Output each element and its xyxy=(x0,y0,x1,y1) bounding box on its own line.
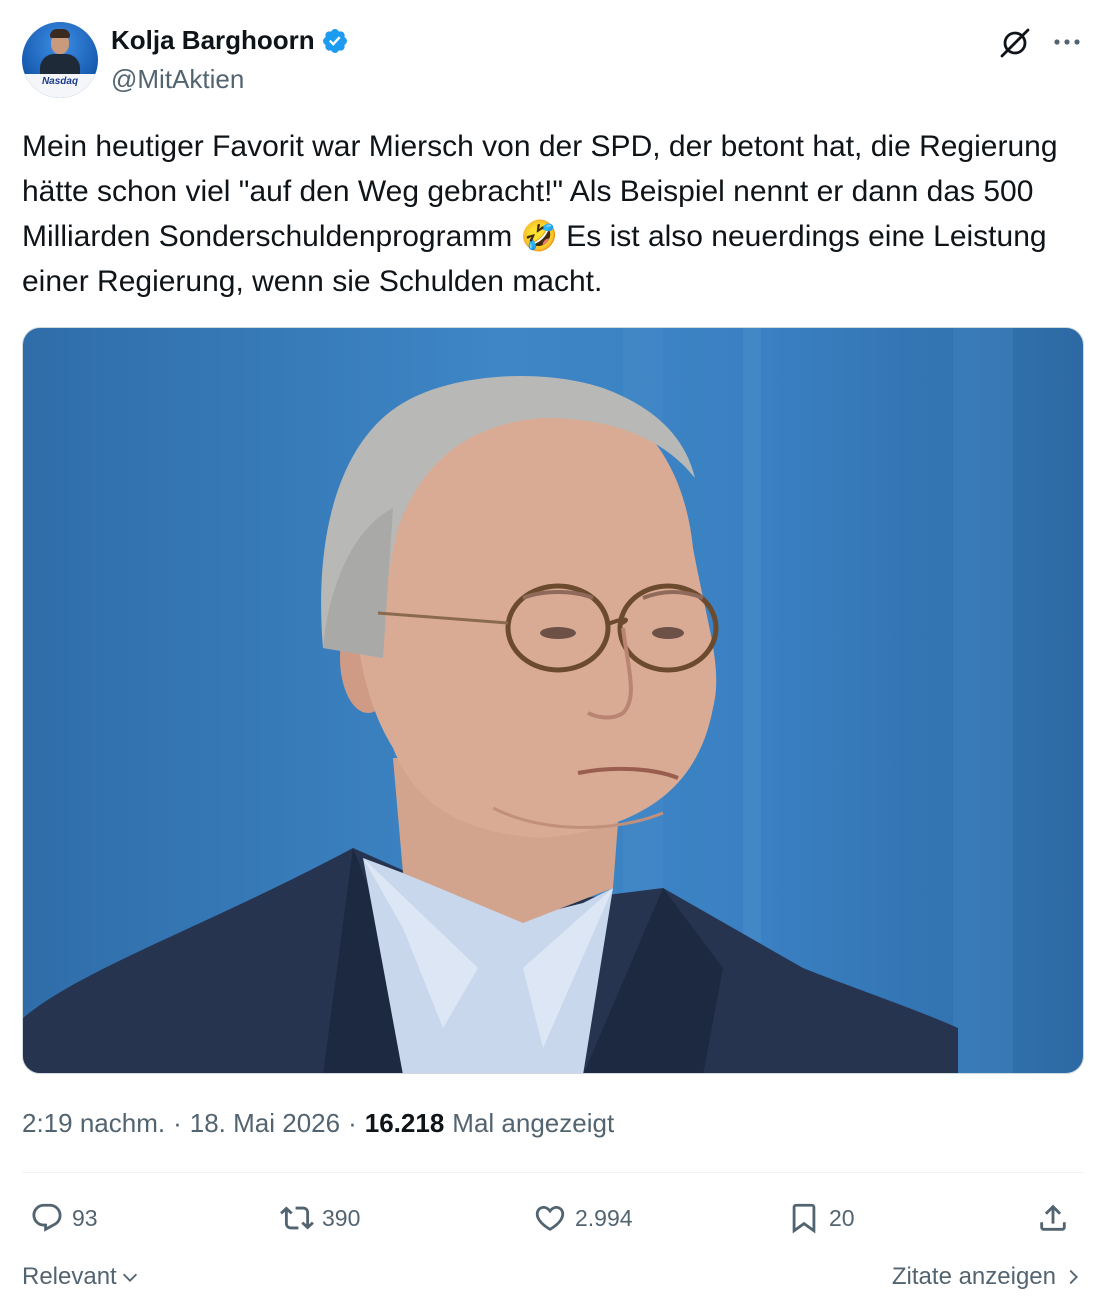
views-label: Mal angezeigt xyxy=(452,1108,615,1138)
tweet-time[interactable]: 2:19 nachm. xyxy=(22,1108,165,1139)
quotes-label: Zitate anzeigen xyxy=(891,1263,1056,1290)
like-button[interactable]: 2.994 xyxy=(533,1198,633,1238)
view-quotes-link[interactable]: Zitate anzeigen xyxy=(892,1263,1084,1291)
tweet: Nasdaq Kolja Barghoorn @MitAktien Mein h… xyxy=(0,0,1106,1305)
repost-count: 390 xyxy=(322,1204,361,1231)
divider xyxy=(22,1172,1084,1173)
photo-illustration xyxy=(23,328,1013,1073)
repost-button[interactable]: 390 xyxy=(280,1198,360,1238)
tweet-meta: 2:19 nachm. · 18. Mai 2026 · 16.218 Mal … xyxy=(22,1108,614,1139)
avatar-podium-label: Nasdaq xyxy=(41,76,79,87)
more-icon[interactable] xyxy=(1052,30,1082,54)
verified-badge-icon[interactable] xyxy=(321,27,349,55)
meta-separator: · xyxy=(173,1108,182,1138)
bookmark-button[interactable]: 20 xyxy=(787,1198,855,1238)
bookmark-count: 20 xyxy=(829,1204,855,1231)
share-icon xyxy=(1040,1204,1066,1231)
reply-icon xyxy=(32,1203,62,1232)
like-icon xyxy=(535,1205,565,1231)
like-count: 2.994 xyxy=(575,1204,633,1231)
tweet-date[interactable]: 18. Mai 2026 xyxy=(190,1108,340,1139)
reply-button[interactable]: 93 xyxy=(30,1198,98,1238)
avatar[interactable]: Nasdaq xyxy=(22,22,98,98)
tweet-photo[interactable] xyxy=(22,327,1084,1074)
chevron-down-icon xyxy=(122,1273,137,1282)
bookmark-icon xyxy=(792,1203,816,1234)
meta-separator: · xyxy=(348,1108,357,1138)
sort-label: Relevant xyxy=(22,1263,117,1290)
views-count: 16.218 xyxy=(364,1108,445,1138)
sort-dropdown[interactable]: Relevant xyxy=(22,1263,141,1291)
author-name-row[interactable]: Kolja Barghoorn xyxy=(111,25,349,56)
share-button[interactable] xyxy=(1036,1198,1070,1238)
repost-icon xyxy=(280,1206,314,1230)
chevron-right-icon xyxy=(1069,1269,1078,1285)
handle[interactable]: @MitAktien xyxy=(111,64,244,95)
reply-count: 93 xyxy=(72,1204,98,1231)
grok-icon[interactable] xyxy=(998,26,1032,60)
tweet-text: Mein heutiger Favorit war Miersch von de… xyxy=(22,130,1058,298)
display-name[interactable]: Kolja Barghoorn xyxy=(111,25,315,56)
